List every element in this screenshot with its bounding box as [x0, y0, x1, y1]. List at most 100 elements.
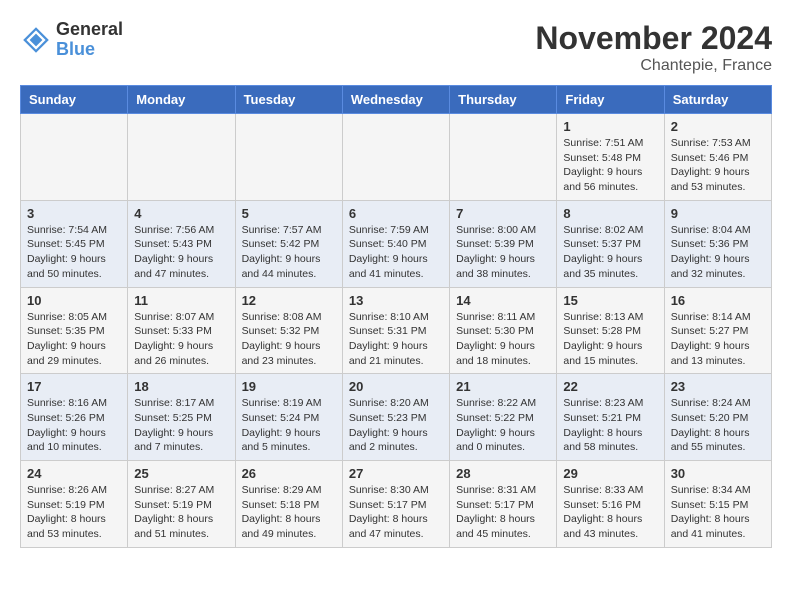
- calendar-cell: 19 Sunrise: 8:19 AM Sunset: 5:24 PM Dayli…: [235, 374, 342, 461]
- day-info: Sunrise: 7:51 AM Sunset: 5:48 PM Dayligh…: [563, 136, 657, 195]
- weekday-header-sunday: Sunday: [21, 86, 128, 114]
- day-info: Sunrise: 8:00 AM Sunset: 5:39 PM Dayligh…: [456, 223, 550, 282]
- day-info: Sunrise: 8:08 AM Sunset: 5:32 PM Dayligh…: [242, 310, 336, 369]
- day-number: 2: [671, 119, 765, 134]
- calendar-cell: 24 Sunrise: 8:26 AM Sunset: 5:19 PM Dayli…: [21, 461, 128, 548]
- day-number: 22: [563, 379, 657, 394]
- calendar-cell: 14Sunrise: 8:11 AM Sunset: 5:30 PM Dayli…: [450, 287, 557, 374]
- calendar-cell: 5 Sunrise: 7:57 AM Sunset: 5:42 PM Daylig…: [235, 200, 342, 287]
- day-number: 14: [456, 293, 550, 308]
- calendar-cell: 1 Sunrise: 7:51 AM Sunset: 5:48 PM Daylig…: [557, 114, 664, 201]
- calendar-body: 1 Sunrise: 7:51 AM Sunset: 5:48 PM Daylig…: [21, 114, 772, 548]
- calendar-cell: 3 Sunrise: 7:54 AM Sunset: 5:45 PM Daylig…: [21, 200, 128, 287]
- subtitle: Chantepie, France: [535, 57, 772, 75]
- weekday-header-monday: Monday: [128, 86, 235, 114]
- calendar-cell: 8 Sunrise: 8:02 AM Sunset: 5:37 PM Daylig…: [557, 200, 664, 287]
- logo-text: General Blue: [56, 20, 123, 60]
- day-info: Sunrise: 8:29 AM Sunset: 5:18 PM Dayligh…: [242, 483, 336, 542]
- calendar-cell: 27Sunrise: 8:30 AM Sunset: 5:17 PM Dayli…: [342, 461, 449, 548]
- day-number: 27: [349, 466, 443, 481]
- day-number: 5: [242, 206, 336, 221]
- page-header: General Blue November 2024 Chantepie, Fr…: [20, 20, 772, 75]
- day-info: Sunrise: 8:22 AM Sunset: 5:22 PM Dayligh…: [456, 396, 550, 455]
- day-number: 18: [134, 379, 228, 394]
- day-number: 10: [27, 293, 121, 308]
- calendar-cell: 11Sunrise: 8:07 AM Sunset: 5:33 PM Dayli…: [128, 287, 235, 374]
- main-title: November 2024: [535, 20, 772, 57]
- calendar-cell: 4 Sunrise: 7:56 AM Sunset: 5:43 PM Daylig…: [128, 200, 235, 287]
- weekday-header-friday: Friday: [557, 86, 664, 114]
- day-info: Sunrise: 8:34 AM Sunset: 5:15 PM Dayligh…: [671, 483, 765, 542]
- day-number: 30: [671, 466, 765, 481]
- day-info: Sunrise: 8:17 AM Sunset: 5:25 PM Dayligh…: [134, 396, 228, 455]
- day-info: Sunrise: 8:10 AM Sunset: 5:31 PM Dayligh…: [349, 310, 443, 369]
- logo-icon: [20, 24, 52, 56]
- calendar-cell: 2Sunrise: 7:53 AM Sunset: 5:46 PM Daylig…: [664, 114, 771, 201]
- calendar-week-1: 1 Sunrise: 7:51 AM Sunset: 5:48 PM Daylig…: [21, 114, 772, 201]
- calendar-cell: 15Sunrise: 8:13 AM Sunset: 5:28 PM Dayli…: [557, 287, 664, 374]
- calendar-header: SundayMondayTuesdayWednesdayThursdayFrid…: [21, 86, 772, 114]
- weekday-header-thursday: Thursday: [450, 86, 557, 114]
- day-number: 7: [456, 206, 550, 221]
- day-number: 16: [671, 293, 765, 308]
- calendar-cell: 29Sunrise: 8:33 AM Sunset: 5:16 PM Dayli…: [557, 461, 664, 548]
- day-info: Sunrise: 8:14 AM Sunset: 5:27 PM Dayligh…: [671, 310, 765, 369]
- day-number: 26: [242, 466, 336, 481]
- calendar-cell: 16 Sunrise: 8:14 AM Sunset: 5:27 PM Dayli…: [664, 287, 771, 374]
- calendar-week-2: 3 Sunrise: 7:54 AM Sunset: 5:45 PM Daylig…: [21, 200, 772, 287]
- day-info: Sunrise: 7:57 AM Sunset: 5:42 PM Dayligh…: [242, 223, 336, 282]
- calendar-week-3: 10 Sunrise: 8:05 AM Sunset: 5:35 PM Dayli…: [21, 287, 772, 374]
- calendar-cell: [235, 114, 342, 201]
- day-number: 8: [563, 206, 657, 221]
- day-info: Sunrise: 8:33 AM Sunset: 5:16 PM Dayligh…: [563, 483, 657, 542]
- calendar-cell: 6Sunrise: 7:59 AM Sunset: 5:40 PM Daylig…: [342, 200, 449, 287]
- calendar-cell: 10 Sunrise: 8:05 AM Sunset: 5:35 PM Dayli…: [21, 287, 128, 374]
- day-number: 9: [671, 206, 765, 221]
- day-info: Sunrise: 8:26 AM Sunset: 5:19 PM Dayligh…: [27, 483, 121, 542]
- day-info: Sunrise: 7:54 AM Sunset: 5:45 PM Dayligh…: [27, 223, 121, 282]
- calendar-cell: 22 Sunrise: 8:23 AM Sunset: 5:21 PM Dayli…: [557, 374, 664, 461]
- calendar-week-4: 17Sunrise: 8:16 AM Sunset: 5:26 PM Dayli…: [21, 374, 772, 461]
- calendar-cell: 21 Sunrise: 8:22 AM Sunset: 5:22 PM Dayli…: [450, 374, 557, 461]
- day-number: 6: [349, 206, 443, 221]
- weekday-header-row: SundayMondayTuesdayWednesdayThursdayFrid…: [21, 86, 772, 114]
- calendar-table: SundayMondayTuesdayWednesdayThursdayFrid…: [20, 85, 772, 548]
- calendar-cell: 12 Sunrise: 8:08 AM Sunset: 5:32 PM Dayli…: [235, 287, 342, 374]
- calendar-cell: 28Sunrise: 8:31 AM Sunset: 5:17 PM Dayli…: [450, 461, 557, 548]
- day-info: Sunrise: 8:13 AM Sunset: 5:28 PM Dayligh…: [563, 310, 657, 369]
- day-info: Sunrise: 8:02 AM Sunset: 5:37 PM Dayligh…: [563, 223, 657, 282]
- day-number: 19: [242, 379, 336, 394]
- calendar-cell: 25 Sunrise: 8:27 AM Sunset: 5:19 PM Dayli…: [128, 461, 235, 548]
- calendar-cell: 9 Sunrise: 8:04 AM Sunset: 5:36 PM Daylig…: [664, 200, 771, 287]
- calendar-cell: [21, 114, 128, 201]
- calendar-cell: [128, 114, 235, 201]
- day-info: Sunrise: 8:20 AM Sunset: 5:23 PM Dayligh…: [349, 396, 443, 455]
- day-info: Sunrise: 8:16 AM Sunset: 5:26 PM Dayligh…: [27, 396, 121, 455]
- calendar-cell: 30 Sunrise: 8:34 AM Sunset: 5:15 PM Dayli…: [664, 461, 771, 548]
- day-number: 13: [349, 293, 443, 308]
- day-info: Sunrise: 8:05 AM Sunset: 5:35 PM Dayligh…: [27, 310, 121, 369]
- day-info: Sunrise: 8:19 AM Sunset: 5:24 PM Dayligh…: [242, 396, 336, 455]
- day-info: Sunrise: 8:27 AM Sunset: 5:19 PM Dayligh…: [134, 483, 228, 542]
- day-number: 4: [134, 206, 228, 221]
- weekday-header-wednesday: Wednesday: [342, 86, 449, 114]
- day-info: Sunrise: 8:31 AM Sunset: 5:17 PM Dayligh…: [456, 483, 550, 542]
- logo: General Blue: [20, 20, 123, 60]
- day-number: 1: [563, 119, 657, 134]
- day-info: Sunrise: 8:04 AM Sunset: 5:36 PM Dayligh…: [671, 223, 765, 282]
- weekday-header-saturday: Saturday: [664, 86, 771, 114]
- calendar-cell: 26 Sunrise: 8:29 AM Sunset: 5:18 PM Dayli…: [235, 461, 342, 548]
- day-number: 3: [27, 206, 121, 221]
- calendar-cell: 13 Sunrise: 8:10 AM Sunset: 5:31 PM Dayli…: [342, 287, 449, 374]
- calendar-cell: 17Sunrise: 8:16 AM Sunset: 5:26 PM Dayli…: [21, 374, 128, 461]
- day-number: 12: [242, 293, 336, 308]
- calendar-cell: [342, 114, 449, 201]
- weekday-header-tuesday: Tuesday: [235, 86, 342, 114]
- day-info: Sunrise: 7:56 AM Sunset: 5:43 PM Dayligh…: [134, 223, 228, 282]
- day-number: 25: [134, 466, 228, 481]
- calendar-week-5: 24 Sunrise: 8:26 AM Sunset: 5:19 PM Dayli…: [21, 461, 772, 548]
- day-number: 24: [27, 466, 121, 481]
- day-info: Sunrise: 8:23 AM Sunset: 5:21 PM Dayligh…: [563, 396, 657, 455]
- day-number: 23: [671, 379, 765, 394]
- day-number: 21: [456, 379, 550, 394]
